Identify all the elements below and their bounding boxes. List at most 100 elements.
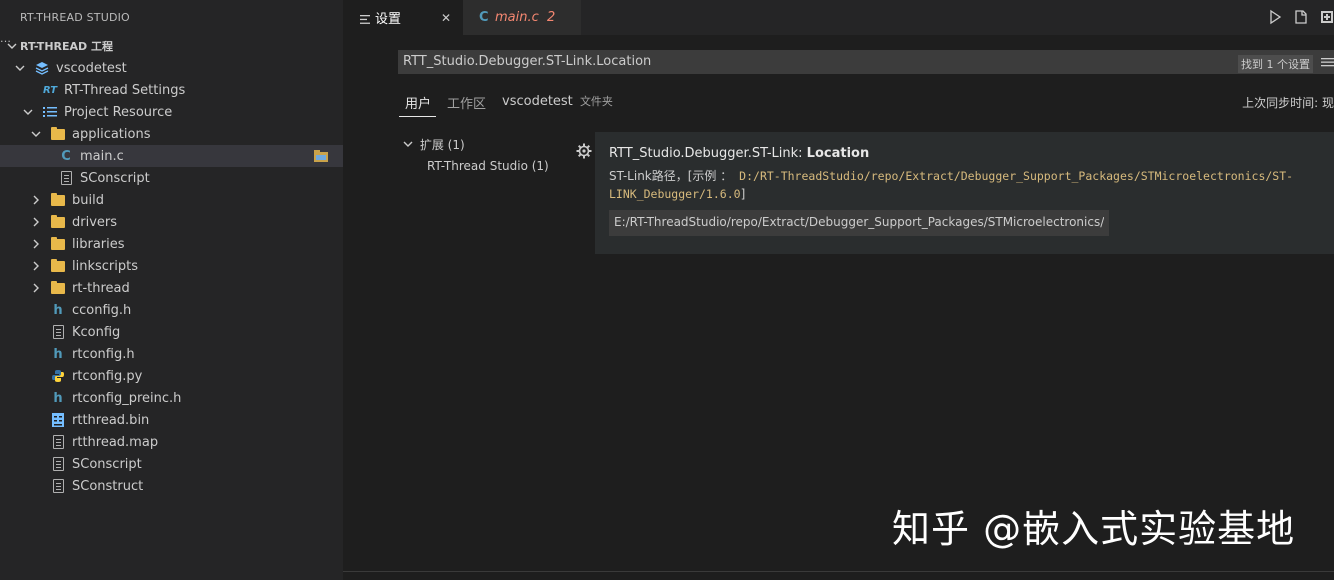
setting-value-input[interactable]: E:/RT-ThreadStudio/repo/Extract/Debugger… bbox=[609, 210, 1109, 236]
chevron-right-icon bbox=[28, 255, 44, 277]
tree-item-build[interactable]: build bbox=[0, 189, 343, 211]
active-scope-underline bbox=[399, 116, 436, 117]
tree-item-label: drivers bbox=[72, 214, 118, 230]
tree-item-rtthread-bin[interactable]: rtthread.bin bbox=[0, 409, 343, 431]
editor-tab-bar: 设置 ✕ C main.c 2 bbox=[343, 0, 1334, 35]
run-icon[interactable] bbox=[1267, 9, 1283, 25]
binary-file-icon bbox=[50, 409, 66, 431]
gear-icon[interactable] bbox=[576, 143, 592, 159]
setting-item-stlink-location: RTT_Studio.Debugger.ST-Link: Location ST… bbox=[595, 132, 1334, 254]
setting-category: RTT_Studio.Debugger.ST-Link: bbox=[609, 146, 807, 161]
chevron-down-icon bbox=[4, 35, 20, 57]
tree-item-rt-thread-settings[interactable]: RT RT-Thread Settings bbox=[0, 79, 343, 101]
panel-divider bbox=[343, 571, 1334, 572]
close-icon[interactable]: ✕ bbox=[441, 11, 451, 25]
tree-item-sconstruct[interactable]: SConstruct bbox=[0, 475, 343, 497]
tree-item-libraries[interactable]: libraries bbox=[0, 233, 343, 255]
chevron-down-icon bbox=[403, 141, 413, 147]
h-file-icon: h bbox=[53, 346, 63, 362]
open-settings-json-icon[interactable] bbox=[1293, 9, 1309, 25]
chevron-right-icon bbox=[28, 277, 44, 299]
tree-item-label: rt-thread bbox=[72, 280, 130, 296]
setting-description: ST-Link路径，[示例 ： D:/RT-ThreadStudio/repo/… bbox=[609, 167, 1324, 203]
toc-item-rt-thread-studio[interactable]: RT-Thread Studio (1) bbox=[427, 159, 549, 173]
split-editor-icon[interactable] bbox=[1319, 9, 1334, 25]
tree-item-project-resource[interactable]: Project Resource bbox=[0, 101, 343, 123]
file-icon bbox=[58, 167, 74, 189]
tree-item-label: rtconfig_preinc.h bbox=[72, 390, 182, 406]
project-root-label: RT-THREAD 工程 bbox=[20, 40, 113, 53]
tree-item-label: libraries bbox=[72, 236, 125, 252]
tree-item-label: RT-Thread Settings bbox=[64, 82, 186, 98]
tree-item-label: cconfig.h bbox=[72, 302, 132, 318]
tree-item-label: rtthread.map bbox=[72, 434, 159, 450]
filter-icon[interactable] bbox=[1320, 55, 1334, 69]
sidebar-title: RT-THREAD STUDIO bbox=[20, 11, 130, 24]
tab-label: 设置 bbox=[375, 12, 402, 27]
layers-icon bbox=[34, 57, 50, 79]
tree-item-rt-thread[interactable]: rt-thread bbox=[0, 277, 343, 299]
toc-item-extensions[interactable]: 扩展 (1) bbox=[402, 136, 465, 153]
settings-list-icon bbox=[360, 13, 370, 24]
tree-item-vscodetest[interactable]: vscodetest bbox=[0, 57, 343, 79]
folder-badge-icon bbox=[313, 149, 329, 163]
file-icon bbox=[50, 431, 66, 453]
chevron-right-icon bbox=[28, 211, 44, 233]
tree-item-rtconfig-preinc-h[interactable]: h rtconfig_preinc.h bbox=[0, 387, 343, 409]
folder-icon bbox=[50, 277, 66, 299]
tree-item-rtconfig-h[interactable]: h rtconfig.h bbox=[0, 343, 343, 365]
tree-item-cconfig-h[interactable]: h cconfig.h bbox=[0, 299, 343, 321]
watermark-text: 知乎 @嵌入式实验基地 bbox=[892, 507, 1296, 551]
tree-project-root[interactable]: RT-THREAD 工程 bbox=[0, 35, 343, 57]
tree-item-label: SConscript bbox=[72, 456, 142, 472]
folder-scope-label: vscodetest bbox=[502, 94, 573, 109]
list-icon bbox=[42, 101, 58, 123]
chevron-down-icon bbox=[28, 123, 44, 145]
tree-item-label: Kconfig bbox=[72, 324, 121, 340]
tree-item-label: main.c bbox=[80, 148, 124, 164]
chevron-right-icon bbox=[28, 233, 44, 255]
editor-actions bbox=[1257, 9, 1334, 25]
chevron-down-icon bbox=[20, 101, 36, 123]
tree-item-linkscripts[interactable]: linkscripts bbox=[0, 255, 343, 277]
search-value: RTT_Studio.Debugger.ST-Link.Location bbox=[403, 54, 652, 69]
tree-item-label: rtthread.bin bbox=[72, 412, 150, 428]
tree-item-drivers[interactable]: drivers bbox=[0, 211, 343, 233]
tree-item-sconscript-root[interactable]: SConscript bbox=[0, 453, 343, 475]
tree-item-sconscript[interactable]: SConscript bbox=[0, 167, 343, 189]
tree-item-label: rtconfig.h bbox=[72, 346, 135, 362]
result-count-badge: 找到 1 个设置 bbox=[1238, 55, 1313, 73]
tab-label: main.c bbox=[495, 10, 539, 25]
tab-main-c[interactable]: C main.c 2 bbox=[463, 0, 581, 35]
tree-item-kconfig[interactable]: Kconfig bbox=[0, 321, 343, 343]
tree-item-label: linkscripts bbox=[72, 258, 138, 274]
tree-item-label: SConstruct bbox=[72, 478, 144, 494]
last-sync-text: 上次同步时间: 现 bbox=[1242, 96, 1334, 110]
chevron-down-icon bbox=[12, 57, 28, 79]
tree-item-label: vscodetest bbox=[56, 60, 127, 76]
tree-item-label: build bbox=[72, 192, 104, 208]
tree-item-applications[interactable]: applications bbox=[0, 123, 343, 145]
tree-item-label: rtconfig.py bbox=[72, 368, 143, 384]
tab-workspace-scope[interactable]: 工作区 bbox=[447, 93, 486, 112]
tab-settings[interactable]: 设置 ✕ bbox=[343, 0, 463, 35]
tab-user-scope[interactable]: 用户 bbox=[405, 93, 431, 112]
tree-item-rtconfig-py[interactable]: rtconfig.py bbox=[0, 365, 343, 387]
tab-folder-scope[interactable]: vscodetest 文件夹 bbox=[502, 93, 613, 109]
folder-icon bbox=[50, 189, 66, 211]
c-file-icon: C bbox=[479, 10, 489, 25]
toc-label: 扩展 (1) bbox=[419, 138, 465, 152]
tree-item-rtthread-map[interactable]: rtthread.map bbox=[0, 431, 343, 453]
setting-name: Location bbox=[806, 146, 870, 161]
tree-item-main-c[interactable]: C main.c bbox=[0, 145, 343, 167]
tree-item-label: SConscript bbox=[80, 170, 150, 186]
settings-search-input[interactable]: RTT_Studio.Debugger.ST-Link.Location 找到 … bbox=[398, 50, 1334, 74]
file-icon bbox=[50, 321, 66, 343]
file-icon bbox=[50, 453, 66, 475]
python-icon bbox=[50, 365, 66, 387]
explorer-sidebar: RT-THREAD STUDIO ··· RT-THREAD 工程 vscode… bbox=[0, 0, 343, 580]
folder-icon bbox=[50, 211, 66, 233]
desc-text: ST-Link路径，[示例 ： bbox=[609, 169, 733, 183]
setting-value: E:/RT-ThreadStudio/repo/Extract/Debugger… bbox=[614, 215, 1104, 229]
h-file-icon: h bbox=[53, 390, 63, 406]
